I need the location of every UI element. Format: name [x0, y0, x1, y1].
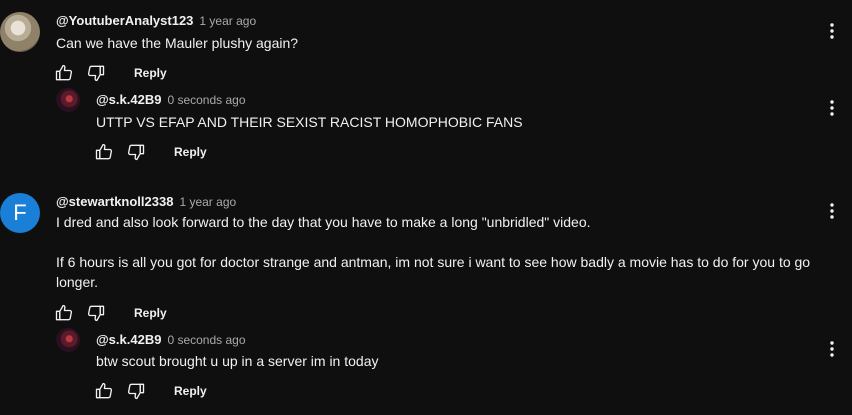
comment-paragraph: I dred and also look forward to the day … — [56, 214, 591, 230]
comment-timestamp[interactable]: 0 seconds ago — [167, 93, 245, 107]
comment-author[interactable]: @s.k.42B9 — [96, 332, 161, 347]
comment-paragraph: UTTP VS EFAP AND THEIR SEXIST RACIST HOM… — [96, 114, 523, 130]
comment-paragraph: btw scout brought u up in a server im in… — [96, 353, 379, 369]
comment-paragraph: If 6 hours is all you got for doctor str… — [56, 254, 811, 290]
comment-actions: Reply — [92, 140, 207, 164]
comment-author[interactable]: @s.k.42B9 — [96, 92, 161, 107]
avatar[interactable] — [56, 88, 80, 112]
comment-header: @s.k.42B9 0 seconds ago — [96, 332, 246, 347]
avatar[interactable] — [0, 12, 40, 52]
more-vert-icon[interactable] — [822, 199, 842, 223]
more-vert-icon[interactable] — [822, 19, 842, 43]
thumbs-up-icon[interactable] — [52, 61, 76, 85]
comment-header: @stewartknoll2338 1 year ago — [56, 194, 236, 209]
comment-actions: Reply — [52, 61, 167, 85]
reply-button[interactable]: Reply — [174, 145, 207, 159]
comment-author[interactable]: @YoutuberAnalyst123 — [56, 13, 193, 28]
comment-header: @YoutuberAnalyst123 1 year ago — [56, 13, 256, 28]
thumbs-up-icon[interactable] — [92, 140, 116, 164]
reply-button[interactable]: Reply — [134, 306, 167, 320]
comment-text: btw scout brought u up in a server im in… — [96, 351, 796, 371]
thumbs-down-icon[interactable] — [124, 140, 148, 164]
comment-author[interactable]: @stewartknoll2338 — [56, 194, 173, 209]
comment-text: I dred and also look forward to the day … — [56, 212, 816, 292]
reply-button[interactable]: Reply — [134, 66, 167, 80]
reply-button[interactable]: Reply — [174, 384, 207, 398]
avatar-letter: F — [13, 200, 27, 225]
comment-paragraph: Can we have the Mauler plushy again? — [56, 35, 299, 51]
thumbs-down-icon[interactable] — [84, 301, 108, 325]
more-vert-icon[interactable] — [822, 337, 842, 361]
comment-header: @s.k.42B9 0 seconds ago — [96, 92, 246, 107]
thumbs-up-icon[interactable] — [92, 379, 116, 403]
comment-timestamp[interactable]: 0 seconds ago — [167, 333, 245, 347]
thumbs-down-icon[interactable] — [84, 61, 108, 85]
comment-text: UTTP VS EFAP AND THEIR SEXIST RACIST HOM… — [96, 112, 796, 132]
avatar[interactable]: F — [0, 193, 40, 233]
thumbs-up-icon[interactable] — [52, 301, 76, 325]
avatar[interactable] — [56, 328, 80, 352]
comment-actions: Reply — [52, 301, 167, 325]
more-vert-icon[interactable] — [822, 96, 842, 120]
comment-timestamp[interactable]: 1 year ago — [179, 195, 236, 209]
comment-text: Can we have the Mauler plushy again? — [56, 33, 796, 53]
thumbs-down-icon[interactable] — [124, 379, 148, 403]
comment-timestamp[interactable]: 1 year ago — [199, 14, 256, 28]
comment-actions: Reply — [92, 379, 207, 403]
